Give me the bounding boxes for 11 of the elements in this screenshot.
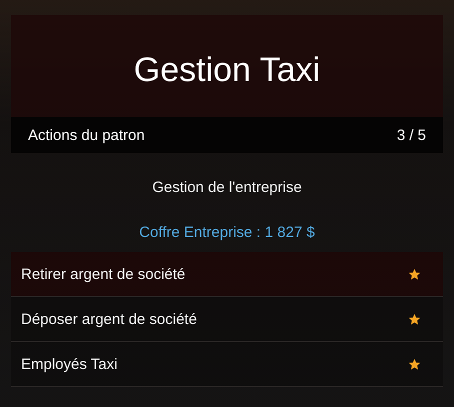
balance-text: Coffre Entreprise : 1 827 $ xyxy=(139,224,315,241)
page-counter: 3 / 5 xyxy=(396,126,426,144)
star-icon xyxy=(408,312,421,326)
menu-item[interactable]: Déposer argent de société xyxy=(11,297,443,342)
menu-item[interactable]: Retirer argent de société xyxy=(11,252,443,297)
section-title: Gestion de l'entreprise xyxy=(152,179,302,196)
subtitle-label: Actions du patron xyxy=(28,126,145,144)
menu-item[interactable]: Employés Taxi xyxy=(11,342,443,387)
menu-title: Gestion Taxi xyxy=(134,50,320,90)
star-icon xyxy=(408,268,421,280)
star-icon xyxy=(408,358,421,370)
